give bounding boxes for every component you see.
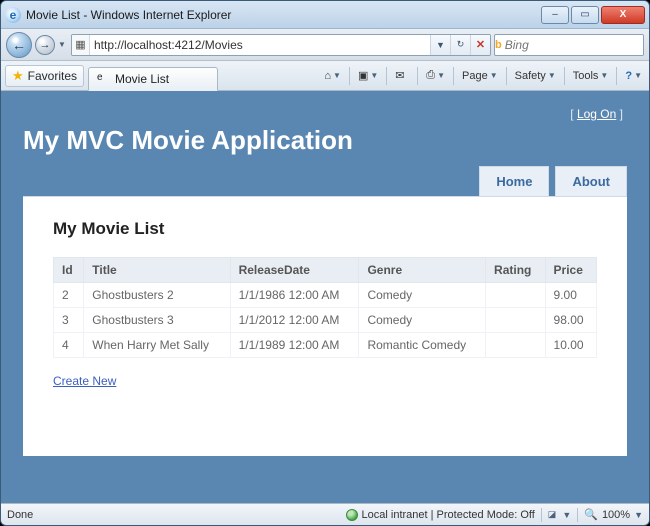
table-body: 2 Ghostbusters 2 1/1/1986 12:00 AM Comed… (54, 283, 597, 358)
chevron-down-icon: ▼ (437, 71, 445, 80)
feed-icon: ▣ (358, 69, 368, 82)
search-box[interactable]: b 🔍 (494, 34, 644, 56)
minimize-button[interactable]: – (541, 6, 569, 24)
navigation-bar: ← → ▼ ▦ ▼ ↻ ✕ b 🔍 (1, 29, 649, 61)
home-icon: ⌂ (324, 70, 331, 82)
col-rating: Rating (486, 258, 545, 283)
zone-text: Local intranet | Protected Mode: Off (362, 509, 535, 521)
login-area: [ Log On ] (23, 107, 627, 121)
stop-button[interactable]: ✕ (470, 35, 490, 55)
command-bar: ★ Favorites e Movie List ⌂▼ ▣▼ ✉ ⎙▼ Page… (1, 61, 649, 91)
main-content: My Movie List Id Title ReleaseDate Genre… (23, 196, 627, 456)
globe-icon (346, 509, 358, 521)
feeds-button[interactable]: ▣▼ (355, 65, 381, 87)
tab-favicon-icon: e (97, 72, 111, 86)
page-title: My Movie List (53, 219, 597, 239)
table-row: 4 When Harry Met Sally 1/1/1989 12:00 AM… (54, 333, 597, 358)
close-button[interactable]: X (601, 6, 645, 24)
page-viewport: [ Log On ] My MVC Movie Application Home… (1, 91, 649, 503)
help-icon: ? (625, 70, 632, 82)
print-button[interactable]: ⎙▼ (423, 65, 448, 87)
window-titlebar: e Movie List - Windows Internet Explorer… (1, 1, 649, 29)
nav-tabs: Home About (23, 166, 627, 197)
security-zone[interactable]: Local intranet | Protected Mode: Off (346, 509, 535, 521)
command-buttons: ⌂▼ ▣▼ ✉ ⎙▼ Page▼ Safety▼ Tools▼ ?▼ (321, 65, 645, 87)
log-on-link[interactable]: Log On (577, 107, 616, 121)
chevron-down-icon: ▼ (634, 510, 643, 520)
home-menu-button[interactable]: ⌂▼ (321, 65, 344, 87)
page-icon: ▦ (72, 35, 90, 55)
table-header-row: Id Title ReleaseDate Genre Rating Price (54, 258, 597, 283)
col-price: Price (545, 258, 596, 283)
back-button[interactable]: ← (6, 32, 32, 58)
separator (564, 67, 565, 85)
stop-icon: ✕ (476, 38, 485, 51)
zoom-icon: 🔍 (584, 508, 598, 521)
ie-logo-icon: e (5, 7, 21, 23)
status-bar: Done Local intranet | Protected Mode: Of… (1, 503, 649, 525)
star-icon: ★ (12, 68, 24, 84)
separator (386, 67, 387, 85)
movies-table: Id Title ReleaseDate Genre Rating Price … (53, 257, 597, 358)
table-row: 2 Ghostbusters 2 1/1/1986 12:00 AM Comed… (54, 283, 597, 308)
ie-window: e Movie List - Windows Internet Explorer… (0, 0, 650, 526)
bing-icon: b (495, 35, 502, 55)
mail-icon: ✉ (395, 69, 404, 82)
chevron-down-icon: ▼ (490, 71, 498, 80)
col-genre: Genre (359, 258, 486, 283)
status-text: Done (7, 509, 33, 521)
refresh-button[interactable]: ↻ (450, 35, 470, 55)
forward-button[interactable]: → (35, 35, 55, 55)
address-input[interactable] (90, 35, 430, 55)
separator (577, 508, 578, 522)
url-dropdown[interactable]: ▼ (430, 35, 450, 55)
help-button[interactable]: ?▼ (622, 65, 645, 87)
compat-view-button[interactable]: ◪ (548, 509, 557, 520)
col-id: Id (54, 258, 84, 283)
nav-history-dropdown[interactable]: ▼ (58, 40, 68, 49)
favorites-label: Favorites (28, 69, 77, 83)
print-icon: ⎙ (426, 69, 435, 82)
separator (541, 508, 542, 522)
chevron-down-icon: ▼ (600, 71, 608, 80)
forward-icon: → (40, 39, 51, 51)
site-heading: My MVC Movie Application (23, 125, 627, 156)
separator (417, 67, 418, 85)
zoom-control[interactable]: 🔍 100% ▼ (584, 508, 643, 521)
chevron-down-icon: ▼ (333, 71, 341, 80)
compat-dd[interactable]: ▼ (562, 510, 571, 520)
create-new-link[interactable]: Create New (53, 374, 116, 388)
col-release: ReleaseDate (230, 258, 359, 283)
tools-menu-button[interactable]: Tools▼ (570, 65, 612, 87)
maximize-button[interactable]: ▭ (571, 6, 599, 24)
separator (453, 67, 454, 85)
zoom-value: 100% (602, 509, 630, 521)
chevron-down-icon: ▼ (634, 71, 642, 80)
search-input[interactable] (502, 35, 644, 55)
page-menu-button[interactable]: Page▼ (459, 65, 501, 87)
back-icon: ← (12, 37, 26, 53)
browser-tab[interactable]: e Movie List (88, 67, 218, 91)
read-mail-button[interactable]: ✉ (392, 65, 412, 87)
separator (349, 67, 350, 85)
table-row: 3 Ghostbusters 3 1/1/2012 12:00 AM Comed… (54, 308, 597, 333)
app-root: [ Log On ] My MVC Movie Application Home… (9, 99, 641, 503)
window-controls: – ▭ X (539, 6, 645, 24)
tab-title: Movie List (115, 72, 169, 86)
tab-about[interactable]: About (555, 166, 627, 197)
refresh-icon: ↻ (457, 39, 465, 50)
separator (616, 67, 617, 85)
chevron-down-icon: ▼ (370, 71, 378, 80)
chevron-down-icon: ▼ (548, 71, 556, 80)
tab-home[interactable]: Home (479, 166, 549, 197)
safety-menu-button[interactable]: Safety▼ (512, 65, 559, 87)
favorites-button[interactable]: ★ Favorites (5, 65, 84, 87)
address-bar[interactable]: ▦ ▼ ↻ ✕ (71, 34, 491, 56)
separator (506, 67, 507, 85)
window-title: Movie List - Windows Internet Explorer (26, 8, 539, 22)
col-title: Title (84, 258, 230, 283)
